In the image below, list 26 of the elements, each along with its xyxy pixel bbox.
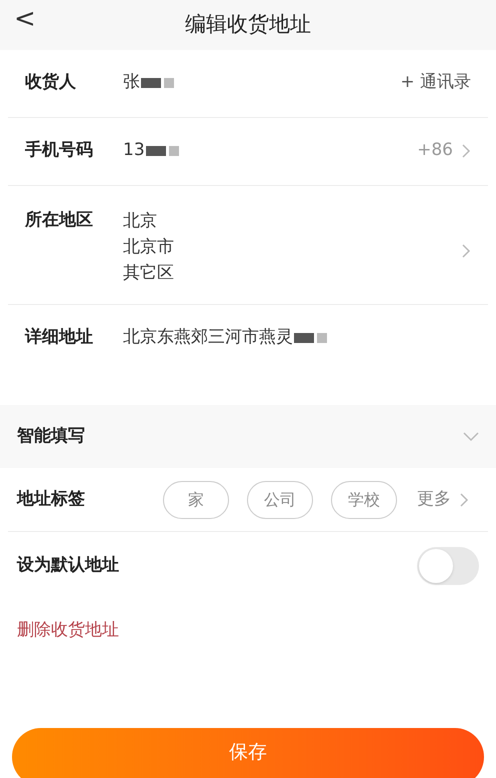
field-label: 详细地址 xyxy=(25,326,94,349)
region-line: 北京 xyxy=(123,210,158,233)
more-tags-button[interactable]: 更多 xyxy=(417,486,451,512)
delete-address-link[interactable]: 删除收货地址 xyxy=(17,618,119,644)
region-line: 北京市 xyxy=(123,236,174,259)
field-label: 设为默认地址 xyxy=(17,554,119,578)
region-line: 其它区 xyxy=(123,262,174,285)
smart-fill-row[interactable]: 智能填写 xyxy=(0,405,496,468)
tag-chip[interactable]: 学校 xyxy=(331,480,397,518)
field-label: 所在地区 xyxy=(25,209,94,232)
field-label: 手机号码 xyxy=(25,139,94,162)
tag-chip[interactable]: 家 xyxy=(163,480,229,518)
country-code-button[interactable]: +86 xyxy=(417,138,453,164)
contacts-link[interactable]: + 通讯录 xyxy=(400,70,471,96)
field-value[interactable]: 13 xyxy=(123,138,145,164)
chevron-right-icon xyxy=(459,492,469,508)
page-title: 编辑收货地址 xyxy=(185,11,311,38)
field-label: 收货人 xyxy=(25,71,77,94)
tag-chip[interactable]: 公司 xyxy=(247,480,313,518)
field-value[interactable]: 北京东燕郊三河市燕灵 xyxy=(123,325,293,350)
save-button[interactable]: 保存 xyxy=(12,728,484,778)
field-label: 地址标签 xyxy=(17,488,86,511)
section-label: 智能填写 xyxy=(17,424,85,448)
default-toggle[interactable] xyxy=(417,547,479,585)
back-button[interactable]: < xyxy=(14,6,36,32)
field-value[interactable]: 张 xyxy=(123,70,140,96)
